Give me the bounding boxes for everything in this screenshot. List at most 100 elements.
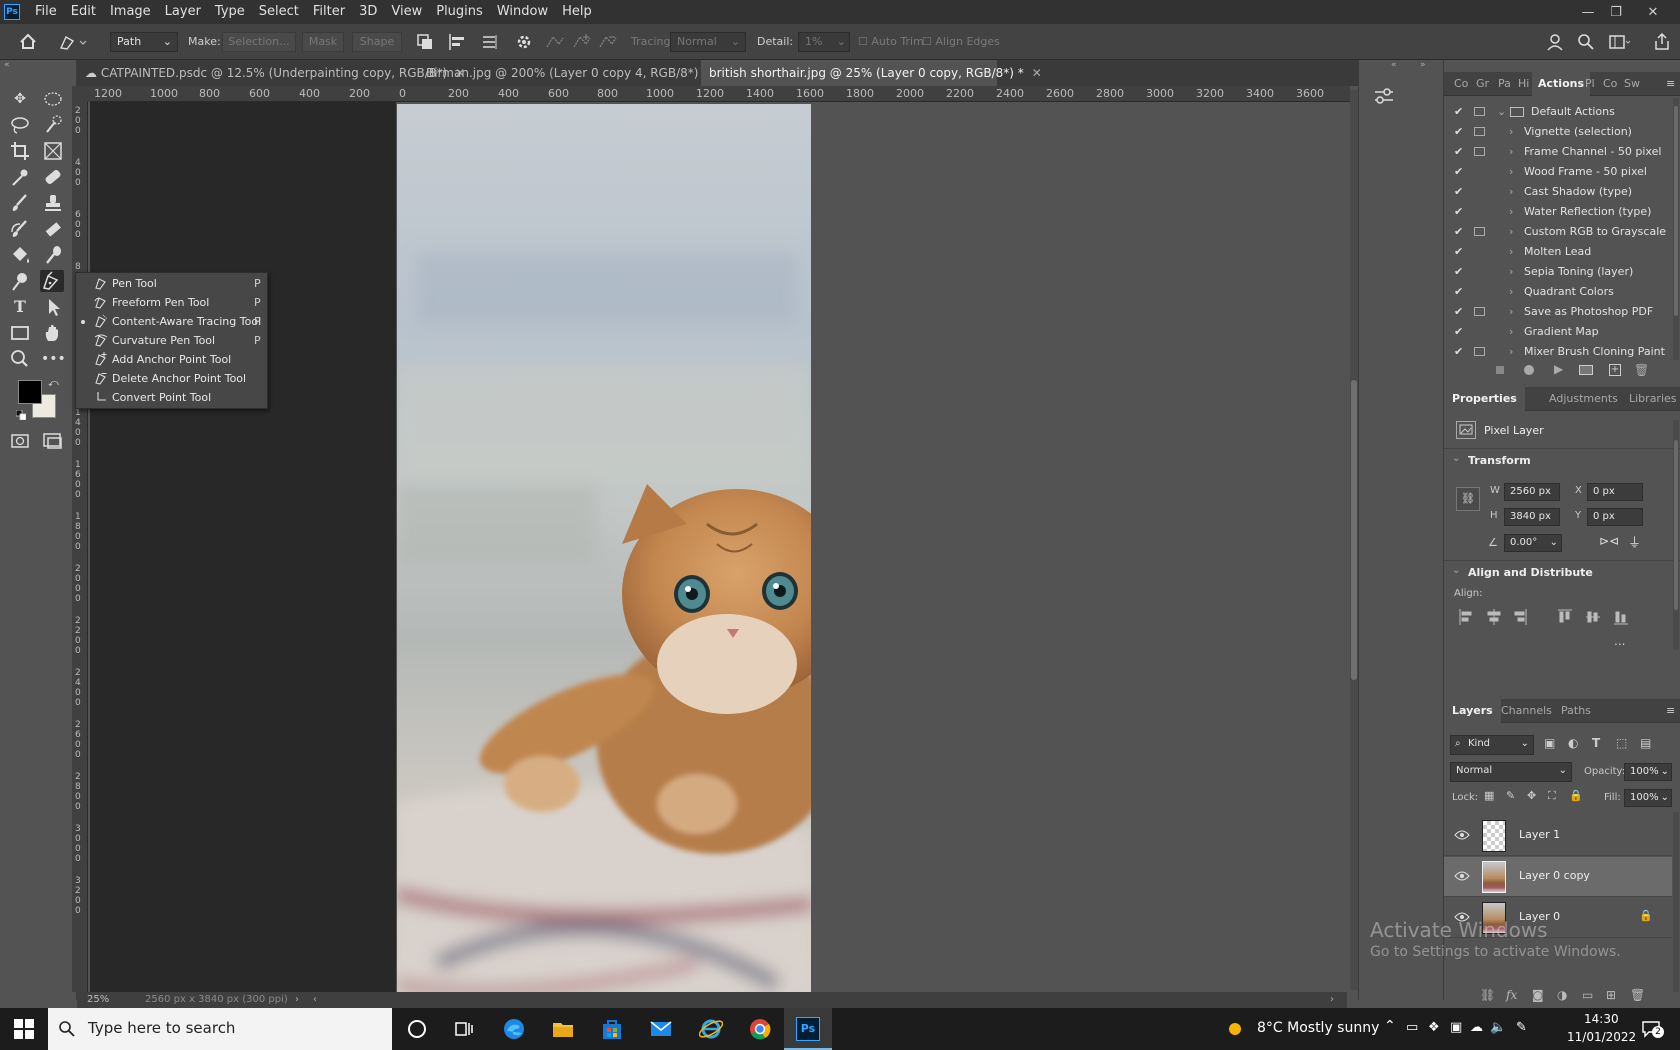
- action-item[interactable]: ✔ › Gradient Map: [1444, 322, 1669, 342]
- close-icon[interactable]: ✕: [1640, 0, 1666, 24]
- tab-paths[interactable]: Paths: [1561, 699, 1591, 723]
- microsoft-store-icon[interactable]: [600, 1017, 624, 1041]
- tab-swatches[interactable]: Sw: [1624, 72, 1640, 96]
- action-item[interactable]: ✔ › Sepia Toning (layer): [1444, 262, 1669, 282]
- expand-dock-icon[interactable]: «: [1391, 60, 1397, 70]
- file-explorer-icon[interactable]: [551, 1017, 575, 1041]
- scroll-right-icon[interactable]: ›: [1330, 992, 1334, 1008]
- tab-gradients[interactable]: Gr: [1476, 72, 1489, 96]
- menu-layer[interactable]: Layer: [158, 0, 208, 24]
- visibility-eye-icon[interactable]: [1454, 829, 1470, 841]
- action-item[interactable]: ✔ › Frame Channel - 50 pixel: [1444, 142, 1669, 162]
- tab-actions[interactable]: Actions: [1532, 72, 1590, 96]
- action-item[interactable]: ✔ › Wood Frame - 50 pixel: [1444, 162, 1669, 182]
- tab-patterns[interactable]: Pa: [1498, 72, 1511, 96]
- search-icon[interactable]: [1576, 32, 1596, 52]
- move-tool-icon[interactable]: ✥: [8, 88, 32, 110]
- taskbar-search-box[interactable]: Type here to search: [48, 1008, 392, 1050]
- chevron-up-icon[interactable]: ⌃: [1384, 1018, 1396, 1034]
- layer-style-icon[interactable]: fx: [1506, 988, 1517, 1002]
- minimize-icon[interactable]: —: [1575, 0, 1601, 24]
- clone-stamp-tool-icon[interactable]: [41, 192, 65, 214]
- layer-row-layer-1[interactable]: Layer 1: [1444, 816, 1672, 856]
- new-action-icon[interactable]: +: [1609, 364, 1621, 376]
- menu-filter[interactable]: Filter: [306, 0, 352, 24]
- brush-tool-icon[interactable]: [8, 192, 32, 214]
- new-adjustment-layer-icon[interactable]: ◑: [1557, 988, 1567, 1002]
- action-item[interactable]: ✔ › Cast Shadow (type): [1444, 182, 1669, 202]
- tab-libraries[interactable]: Libraries: [1629, 387, 1677, 411]
- more-tools-icon[interactable]: •••: [41, 348, 66, 370]
- swap-colors-icon[interactable]: ⤺: [48, 378, 59, 389]
- action-item[interactable]: ✔ › Save as Photoshop PDF: [1444, 302, 1669, 322]
- visibility-eye-icon[interactable]: [1454, 870, 1470, 882]
- layer-filter-select[interactable]: ⌕ Kind ⌄: [1450, 735, 1534, 755]
- flyout-item-delete-anchor-point-tool[interactable]: Delete Anchor Point Tool: [76, 369, 267, 388]
- paint-bucket-tool-icon[interactable]: [8, 244, 32, 266]
- make-shape-button[interactable]: Shape: [352, 32, 402, 52]
- properties-sliders-icon[interactable]: [1372, 84, 1396, 108]
- zoom-level[interactable]: 25%: [87, 992, 109, 1008]
- share-user-icon[interactable]: [1545, 32, 1565, 52]
- tab-catpainted[interactable]: ☁ CATPAINTED.psdc @ 12.5% (Underpainting…: [77, 60, 465, 86]
- auto-trim-checkbox[interactable]: ☐ Auto Trim: [858, 33, 924, 51]
- height-input[interactable]: 3840 px: [1504, 508, 1560, 526]
- vertical-scroll-thumb[interactable]: [1351, 380, 1357, 680]
- flyout-item-convert-point-tool[interactable]: Convert Point Tool: [76, 388, 267, 407]
- flip-vertical-icon[interactable]: ⏚: [1628, 532, 1641, 551]
- menu-type[interactable]: Type: [208, 0, 252, 24]
- collapse-toolbar-icon[interactable]: «: [4, 60, 10, 70]
- action-item[interactable]: ✔ › Vignette (selection): [1444, 122, 1669, 142]
- smudge-tool-icon[interactable]: [41, 244, 65, 266]
- clock-date[interactable]: 11/01/2022: [1567, 1030, 1636, 1044]
- document-image[interactable]: [397, 104, 811, 992]
- make-selection-button[interactable]: Selection...: [222, 32, 296, 52]
- width-input[interactable]: 2560 px: [1504, 483, 1560, 501]
- flyout-item-content-aware-tracing-tool[interactable]: Content-Aware Tracing Tool P: [76, 312, 267, 331]
- crop-tool-icon[interactable]: [8, 140, 32, 162]
- type-tool-icon[interactable]: T: [8, 296, 32, 318]
- path-arrangement-icon[interactable]: [480, 32, 500, 52]
- flyout-item-add-anchor-point-tool[interactable]: Add Anchor Point Tool: [76, 350, 267, 369]
- properties-scrollbar[interactable]: [1673, 420, 1679, 650]
- task-view-icon[interactable]: [452, 1017, 476, 1041]
- action-item[interactable]: ✔ › Mixer Brush Cloning Paint ...: [1444, 342, 1669, 362]
- dialog-toggle-icon[interactable]: [1474, 107, 1485, 116]
- screen-mode-icon[interactable]: [41, 430, 65, 452]
- path-mode-select[interactable]: Path ⌄: [110, 32, 178, 52]
- chevron-down-icon[interactable]: ⌄: [1452, 453, 1460, 464]
- delete-icon[interactable]: 🗑: [1634, 363, 1649, 377]
- action-set-default[interactable]: ✔ ⌄ Default Actions: [1444, 102, 1669, 122]
- detail-input[interactable]: 1% ⌄: [798, 32, 850, 52]
- fill-input[interactable]: 100% ⌄: [1624, 789, 1672, 807]
- stop-icon[interactable]: [1496, 366, 1504, 374]
- tracing-select[interactable]: Normal ⌄: [670, 32, 746, 52]
- scroll-left-icon[interactable]: ‹: [313, 992, 317, 1008]
- flyout-item-curvature-pen-tool[interactable]: Curvature Pen Tool P: [76, 331, 267, 350]
- windows-start-icon[interactable]: [12, 1017, 36, 1041]
- flyout-item-freeform-pen-tool[interactable]: Freeform Pen Tool P: [76, 293, 267, 312]
- menu-view[interactable]: View: [384, 0, 429, 24]
- link-layers-icon[interactable]: ⛓: [1480, 988, 1495, 1002]
- y-position-input[interactable]: 0 px: [1587, 508, 1643, 526]
- actions-scrollbar[interactable]: [1673, 98, 1679, 360]
- tab-adjustments[interactable]: Adjustments: [1549, 387, 1618, 411]
- collapse-dock-icon[interactable]: »: [1420, 60, 1426, 70]
- status-menu-icon[interactable]: ›: [295, 992, 299, 1008]
- menu-window[interactable]: Window: [490, 0, 555, 24]
- chevron-down-icon[interactable]: ⌄: [1452, 565, 1460, 576]
- menu-help[interactable]: Help: [555, 0, 599, 24]
- tab-properties[interactable]: Properties: [1444, 387, 1525, 411]
- lasso-tool-icon[interactable]: [8, 114, 32, 136]
- opacity-input[interactable]: 100% ⌄: [1624, 763, 1672, 781]
- play-icon[interactable]: ▶: [1554, 362, 1563, 376]
- tracing-mode-icon-1[interactable]: [545, 32, 565, 52]
- rectangle-tool-icon[interactable]: [8, 322, 32, 344]
- align-icons[interactable]: [1458, 608, 1658, 626]
- tab-birman[interactable]: Birman.jpg @ 200% (Layer 0 copy 4, RGB/8…: [418, 60, 726, 86]
- marquee-tool-icon[interactable]: [41, 88, 65, 110]
- tracing-mode-icon-3[interactable]: [598, 32, 618, 52]
- chevron-down-icon[interactable]: ⌄: [1497, 102, 1506, 122]
- system-tray-icons[interactable]: ▭ ❖ ▣ ☁ 🔈 ✎: [1406, 1020, 1546, 1040]
- weather-sun-icon[interactable]: [1225, 1019, 1249, 1043]
